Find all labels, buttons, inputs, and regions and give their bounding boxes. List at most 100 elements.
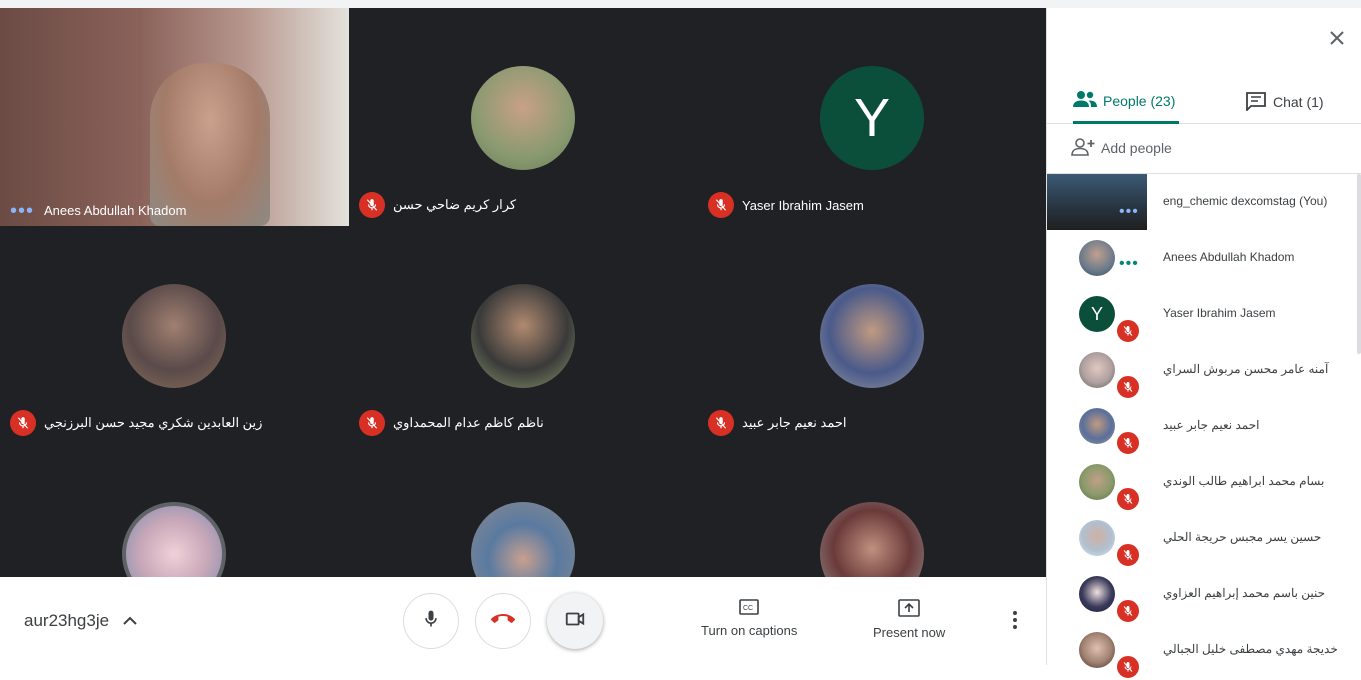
participant-tile[interactable]: Y Yaser Ibrahim Jasem — [698, 8, 1046, 226]
person-name: احمد نعيم جابر عبيد — [1163, 418, 1260, 432]
mic-off-icon — [359, 410, 385, 436]
more-options-button[interactable] — [1005, 610, 1025, 634]
participant-name-bar: ••• Anees Abdullah Khadom — [10, 201, 187, 221]
speaking-indicator-icon: ••• — [1119, 203, 1139, 220]
participant-name-bar: Yaser Ibrahim Jasem — [708, 192, 864, 218]
person-name: آمنه عامر محسن مربوش السراي — [1163, 362, 1329, 376]
letter-avatar: Y — [1079, 296, 1115, 332]
participant-name-bar: كرار كريم ضاحي حسن — [359, 192, 516, 218]
mic-off-icon — [1115, 542, 1141, 568]
closed-captions-icon: CC — [701, 599, 797, 615]
avatar — [1079, 240, 1115, 276]
mic-off-icon — [359, 192, 385, 218]
mic-off-icon — [1115, 374, 1141, 400]
speaking-indicator-icon: ••• — [1119, 255, 1139, 272]
self-video-thumbnail — [1047, 174, 1147, 230]
participant-name-bar: ناظم كاظم عدام المحمداوي — [359, 410, 544, 436]
list-item[interactable]: حنين باسم محمد إبراهيم العزاوي — [1047, 566, 1361, 624]
svg-text:CC: CC — [743, 605, 753, 612]
people-list: ••• eng_chemic dexcomstag (You) ••• Anee… — [1047, 174, 1361, 680]
mic-off-icon — [708, 192, 734, 218]
mic-off-icon — [1115, 430, 1141, 456]
letter-avatar: Y — [820, 66, 924, 170]
hang-up-icon — [491, 607, 515, 636]
participant-tile[interactable] — [0, 444, 349, 577]
microphone-button[interactable] — [403, 593, 459, 649]
person-name: حسين يسر مجبس حريجة الحلي — [1163, 530, 1322, 544]
participant-name: زين العابدين شكري مجيد حسن البرزنجي — [44, 415, 263, 430]
participant-video — [150, 63, 270, 226]
close-icon — [1329, 30, 1345, 51]
tab-people-label: People (23) — [1103, 92, 1176, 109]
close-panel-button[interactable] — [1325, 28, 1349, 52]
person-name: Anees Abdullah Khadom — [1163, 250, 1295, 264]
more-vert-icon — [1013, 610, 1017, 634]
camera-icon — [564, 608, 586, 635]
avatar — [471, 284, 575, 388]
avatar — [471, 502, 575, 577]
list-item[interactable]: ••• Anees Abdullah Khadom — [1047, 230, 1361, 286]
participant-tile[interactable]: ••• Anees Abdullah Khadom — [0, 8, 349, 226]
person-name: Yaser Ibrahim Jasem — [1163, 306, 1276, 320]
tab-people[interactable]: People (23) — [1073, 80, 1180, 124]
mic-off-icon — [1115, 654, 1141, 680]
avatar — [820, 502, 924, 577]
mic-off-icon — [1115, 598, 1141, 624]
avatar — [820, 284, 924, 388]
participant-name: احمد نعيم جابر عبيد — [742, 415, 847, 430]
list-item[interactable]: خديجة مهدي مصطفى خليل الجبالي — [1047, 622, 1361, 680]
captions-button[interactable]: CC Turn on captions — [701, 599, 797, 638]
present-label: Present now — [873, 625, 946, 640]
participant-tile[interactable]: كرار كريم ضاحي حسن — [349, 8, 698, 226]
participant-name: Anees Abdullah Khadom — [44, 203, 187, 218]
chevron-up-icon — [123, 613, 137, 629]
people-icon — [1073, 90, 1103, 111]
participant-name-bar: احمد نعيم جابر عبيد — [708, 410, 847, 436]
participant-name: كرار كريم ضاحي حسن — [393, 197, 517, 212]
person-name: خديجة مهدي مصطفى خليل الجبالي — [1163, 642, 1338, 656]
avatar — [122, 502, 226, 577]
meeting-details-button[interactable]: aur23hg3je — [24, 611, 137, 631]
list-item[interactable]: احمد نعيم جابر عبيد — [1047, 398, 1361, 456]
tab-chat[interactable]: Chat (1) — [1245, 80, 1324, 124]
avatar — [471, 66, 575, 170]
add-people-label: Add people — [1101, 140, 1172, 156]
mic-off-icon — [1115, 318, 1141, 344]
person-name: بسام محمد ابراهيم طالب الوندي — [1163, 474, 1325, 488]
add-person-icon — [1071, 137, 1101, 159]
mic-off-icon — [708, 410, 734, 436]
avatar — [1079, 464, 1115, 500]
participant-tile[interactable]: ناظم كاظم عدام المحمداوي — [349, 226, 698, 444]
present-screen-icon — [873, 599, 945, 617]
add-people-button[interactable]: Add people — [1071, 136, 1172, 160]
participant-tile[interactable]: احمد نعيم جابر عبيد — [698, 226, 1046, 444]
avatar — [1079, 520, 1115, 556]
list-item[interactable]: ••• eng_chemic dexcomstag (You) — [1047, 174, 1361, 230]
participant-tile[interactable] — [349, 444, 698, 577]
person-name: eng_chemic dexcomstag (You) — [1163, 194, 1328, 208]
avatar — [122, 284, 226, 388]
chat-icon — [1245, 91, 1273, 114]
people-list-scrollbar[interactable] — [1357, 174, 1361, 354]
participant-tile[interactable]: زين العابدين شكري مجيد حسن البرزنجي — [0, 226, 349, 444]
leave-call-button[interactable] — [475, 593, 531, 649]
captions-label: Turn on captions — [701, 623, 798, 638]
avatar — [1079, 576, 1115, 612]
list-item[interactable]: بسام محمد ابراهيم طالب الوندي — [1047, 454, 1361, 512]
browser-top-strip — [0, 0, 1361, 8]
side-panel: People (23) Chat (1) Add people ••• eng_… — [1046, 8, 1361, 680]
meeting-code: aur23hg3je — [24, 611, 110, 630]
present-now-button[interactable]: Present now — [873, 599, 945, 640]
avatar — [1079, 408, 1115, 444]
mic-off-icon — [1115, 486, 1141, 512]
participant-name: Yaser Ibrahim Jasem — [742, 197, 864, 213]
list-item[interactable]: آمنه عامر محسن مربوش السراي — [1047, 342, 1361, 400]
list-item[interactable]: Y Yaser Ibrahim Jasem — [1047, 286, 1361, 344]
list-item[interactable]: حسين يسر مجبس حريجة الحلي — [1047, 510, 1361, 568]
video-grid: ••• Anees Abdullah Khadom كرار كريم ضاحي… — [0, 8, 1046, 577]
mic-off-icon — [10, 410, 36, 436]
participant-name-bar: زين العابدين شكري مجيد حسن البرزنجي — [10, 410, 262, 436]
camera-button[interactable] — [547, 593, 603, 649]
participant-tile[interactable] — [698, 444, 1046, 577]
person-name: حنين باسم محمد إبراهيم العزاوي — [1163, 586, 1326, 600]
